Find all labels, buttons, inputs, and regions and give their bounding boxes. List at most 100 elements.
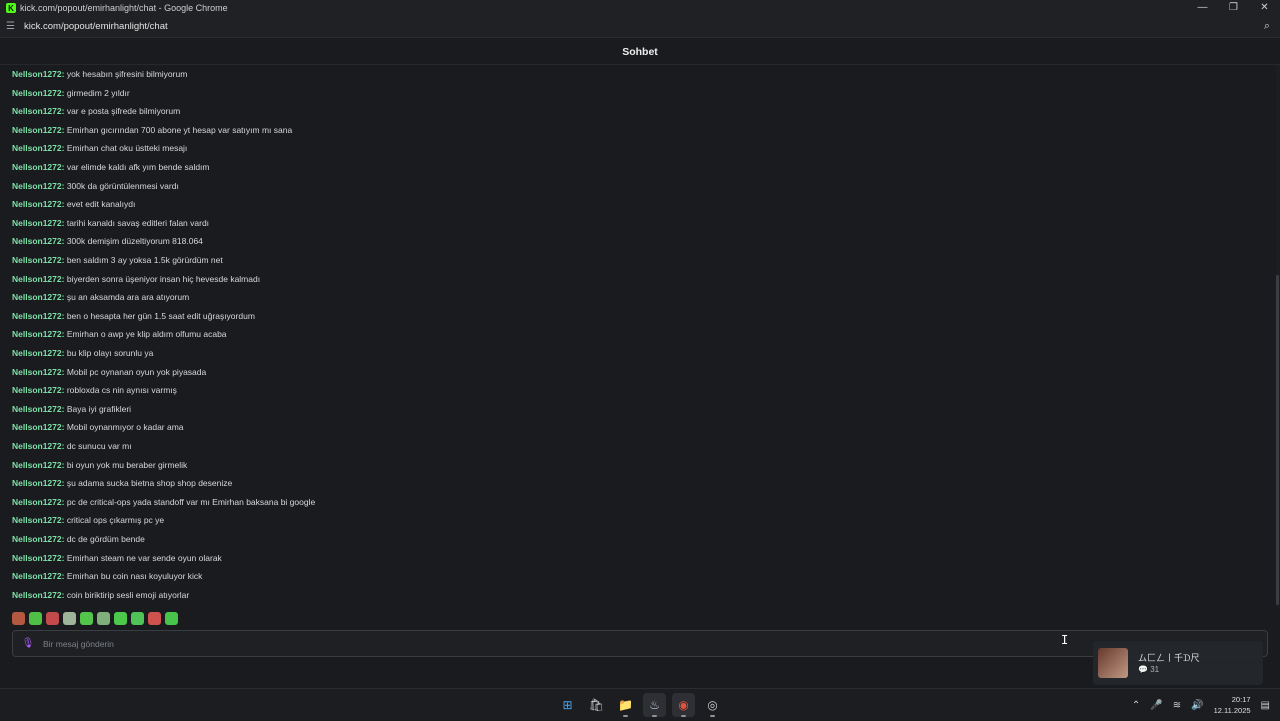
message-username[interactable]: Nellson1272: [12,497,64,507]
message-username[interactable]: Nellson1272: [12,515,64,525]
emote-2-icon[interactable] [29,612,42,625]
address-bar: ☰ kick.com/popout/emirhanlight/chat ⌕ [0,16,1280,38]
message-username[interactable]: Nellson1272: [12,404,64,414]
steam-icon[interactable]: ♨ [643,693,666,717]
chat-message: Nellson1272: var e posta şifrede bilmiyo… [12,104,180,118]
emote-6-icon[interactable] [97,612,110,625]
message-username[interactable]: Nellson1272: [12,478,64,488]
message-username[interactable]: Nellson1272: [12,329,64,339]
message-username[interactable]: Nellson1272: [12,311,64,321]
window-controls: — ❐ ✕ [1187,0,1280,16]
chat-message: Nellson1272: bu klip olayı sorunlu ya [12,346,153,360]
message-username[interactable]: Nellson1272: [12,69,64,79]
message-username[interactable]: Nellson1272: [12,218,64,228]
message-username[interactable]: Nellson1272: [12,367,64,377]
chat-message: Nellson1272: girmedim 2 yıldır [12,86,130,100]
message-text: dc de gördüm bende [66,534,145,544]
text-cursor-icon: I [1061,633,1069,647]
chat-message: Nellson1272: ben saldım 3 ay yoksa 1.5k … [12,253,223,267]
message-username[interactable]: Nellson1272: [12,348,64,358]
restore-button[interactable]: ❐ [1218,0,1249,16]
message-username[interactable]: Nellson1272: [12,236,64,246]
message-text: Emirhan chat oku üstteki mesajı [66,143,188,154]
chat-title: Sohbet [622,45,658,58]
message-username[interactable]: Nellson1272: [12,553,64,563]
chat-message: Nellson1272: Baya iyi grafikleri [12,402,131,416]
file-explorer-icon[interactable]: 📁 [614,693,637,717]
message-username[interactable]: Nellson1272: [12,385,64,395]
chat-message: Nellson1272: coin biriktirip sesli emoji… [12,588,189,602]
chat-message: Nellson1272: Emirhan steam ne var sende … [12,551,222,565]
clock-time: 20:17 [1231,695,1251,704]
chat-message-list[interactable]: Nellson1272: yok hesabın şifresini bilmi… [0,65,1276,607]
emote-4-icon[interactable] [63,612,76,625]
message-username[interactable]: Nellson1272: [12,106,64,116]
message-username[interactable]: Nellson1272: [12,274,64,284]
message-username[interactable]: Nellson1272: [12,441,64,451]
site-info-icon[interactable]: ☰ [6,21,18,32]
wifi-icon[interactable]: ≋ [1173,700,1181,711]
clock-date: 12.11.2025 [1213,706,1251,715]
notification-center-icon[interactable]: ▤ [1261,700,1270,711]
message-text: Emirhan bu coin nası koyuluyor kick [66,571,203,582]
minimize-button[interactable]: — [1187,0,1218,16]
emote-7-icon[interactable] [114,612,127,625]
emote-bar [12,612,178,625]
chat-message: Nellson1272: tarihi kanaldı savaş editle… [12,216,209,230]
message-username[interactable]: Nellson1272: [12,88,64,98]
chat-message: Nellson1272: 300k da görüntülenmesi vard… [12,179,179,193]
message-text: ben saldım 3 ay yoksa 1.5k görürdüm net [66,255,223,265]
emote-5-icon[interactable] [80,612,93,625]
message-username[interactable]: Nellson1272: [12,162,64,172]
chat-message: Nellson1272: Emirhan bu coin nası koyulu… [12,569,202,583]
message-username[interactable]: Nellson1272: [12,534,64,544]
clock[interactable]: 20:17 12.11.2025 [1214,694,1251,716]
scrollbar-thumb[interactable] [1276,275,1279,605]
message-text: bi oyun yok mu beraber girmelik [66,459,188,470]
close-button[interactable]: ✕ [1249,0,1280,16]
message-text: Mobil oynanmıyor o kadar ama [66,422,184,433]
chat-message: Nellson1272: pc de critical-ops yada sta… [12,495,315,509]
message-text: 300k demişim düzeltiyorum 818.064 [66,236,203,247]
message-text: Emirhan steam ne var sende oyun olarak [66,552,222,563]
store-icon[interactable]: 🛍 [585,693,608,717]
chat-message: Nellson1272: robloxda cs nin aynısı varm… [12,383,177,397]
message-username[interactable]: Nellson1272: [12,590,64,600]
message-username[interactable]: Nellson1272: [12,292,64,302]
chevron-up-icon[interactable]: ⌃ [1132,700,1140,711]
chat-message-input[interactable] [43,638,943,649]
chat-scrollbar[interactable] [1276,65,1280,607]
chat-message: Nellson1272: Mobil oynanmıyor o kadar am… [12,420,184,434]
message-username[interactable]: Nellson1272: [12,181,64,191]
message-username[interactable]: Nellson1272: [12,143,64,153]
microphone-icon[interactable]: 🎙 [21,638,35,649]
volume-icon[interactable]: 🔊 [1191,700,1203,711]
message-text: Baya iyi grafikleri [66,403,132,414]
microphone-tray-icon[interactable]: 🎤 [1150,700,1162,711]
message-text: Mobil pc oynanan oyun yok piyasada [66,366,207,377]
discord-icon[interactable]: ◎ [701,693,724,717]
emote-1-icon[interactable] [12,612,25,625]
chat-message: Nellson1272: critical ops çıkarmış pc ye [12,513,164,527]
chrome-icon[interactable]: ◉ [672,693,695,717]
stream-notification[interactable]: ム匚ㄥ丨千ᗪ尺 💬 31 [1093,641,1263,685]
chat-message: Nellson1272: Mobil pc oynanan oyun yok p… [12,365,206,379]
emote-3-icon[interactable] [46,612,59,625]
emote-9-icon[interactable] [148,612,161,625]
emote-8-icon[interactable] [131,612,144,625]
chat-message: Nellson1272: şu an aksamda ara ara atıyo… [12,290,189,304]
message-username[interactable]: Nellson1272: [12,571,64,581]
chat-message: Nellson1272: yok hesabın şifresini bilmi… [12,67,187,81]
zoom-icon[interactable]: ⌕ [1264,20,1270,33]
emote-10-icon[interactable] [165,612,178,625]
message-username[interactable]: Nellson1272: [12,460,64,470]
system-tray: ⌃ 🎤 ≋ 🔊 20:17 12.11.2025 ▤ [1132,689,1280,721]
url-text[interactable]: kick.com/popout/emirhanlight/chat [24,21,168,32]
message-username[interactable]: Nellson1272: [12,199,64,209]
start-icon[interactable]: ⊞ [556,693,579,717]
message-username[interactable]: Nellson1272: [12,422,64,432]
message-username[interactable]: Nellson1272: [12,255,64,265]
chat-message: Nellson1272: Emirhan chat oku üstteki me… [12,141,187,155]
message-username[interactable]: Nellson1272: [12,125,64,135]
chat-message: Nellson1272: bi oyun yok mu beraber girm… [12,458,187,472]
